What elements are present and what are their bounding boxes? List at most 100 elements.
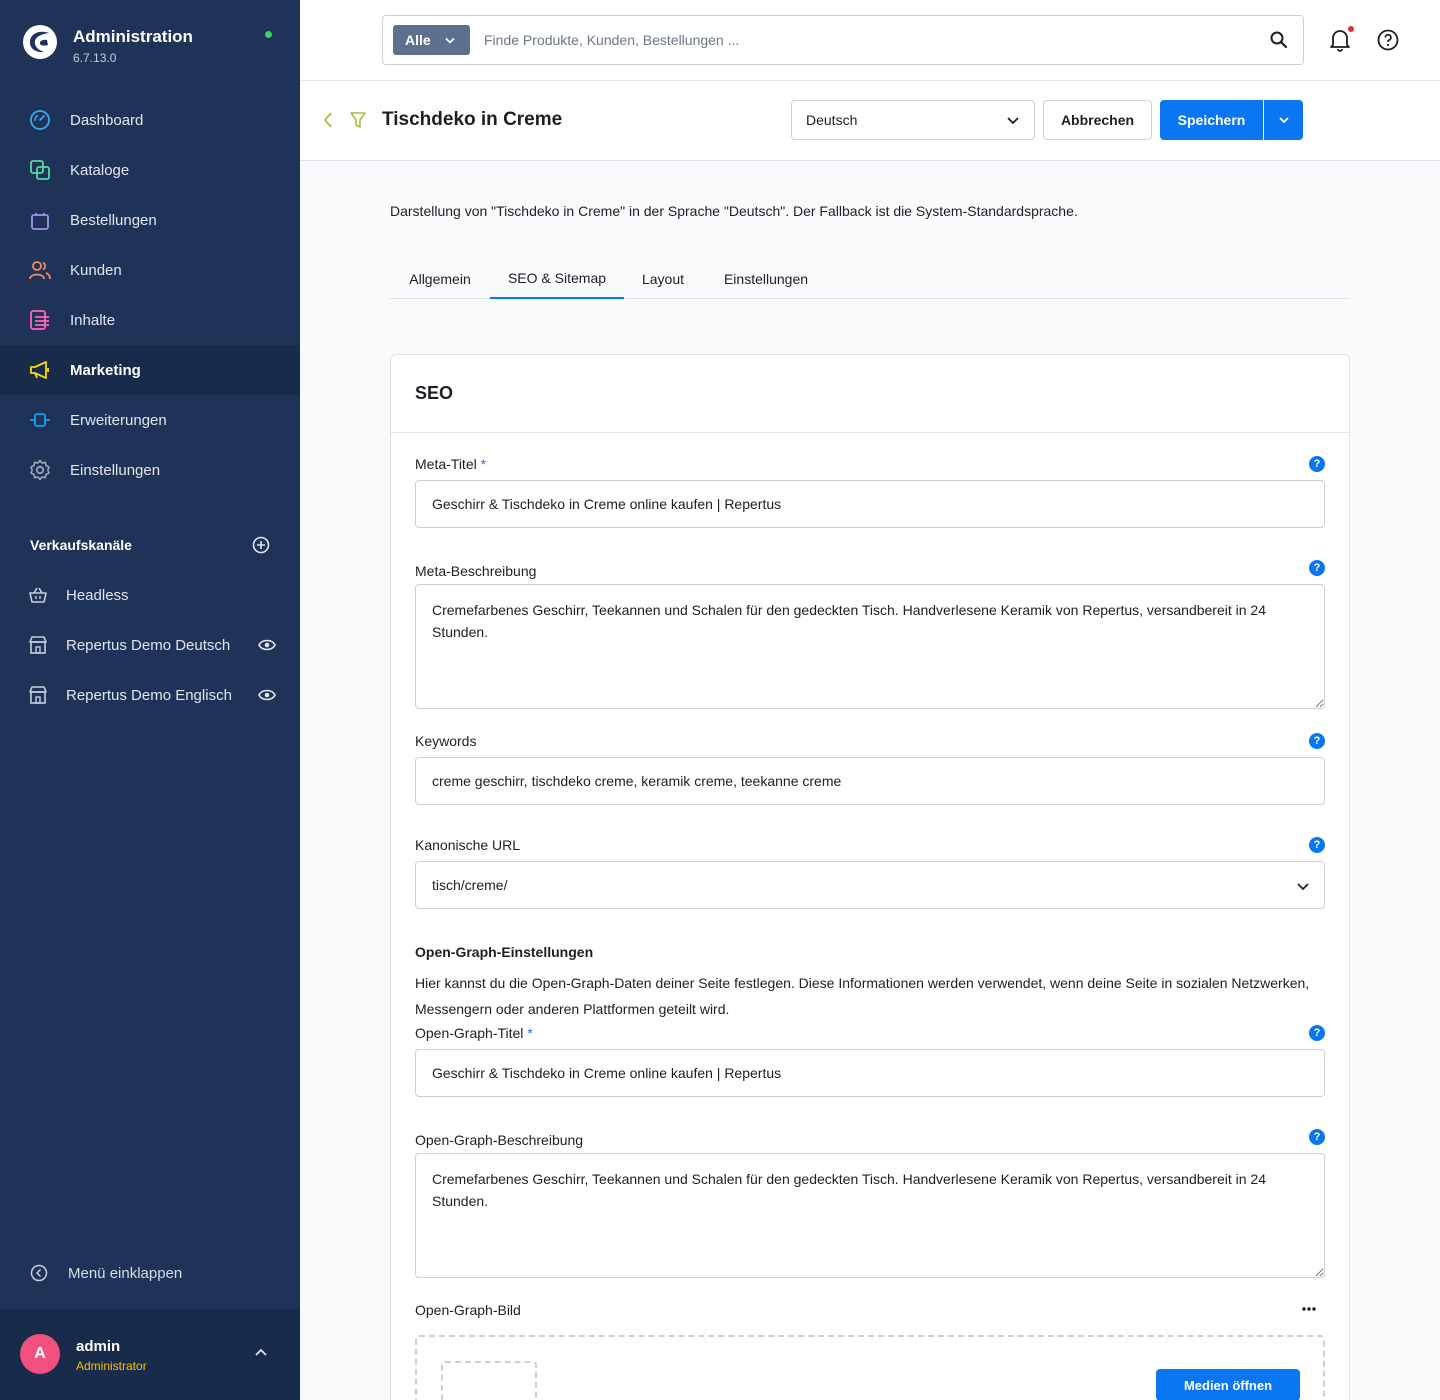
- language-switch[interactable]: Deutsch: [791, 100, 1035, 140]
- collapse-menu-label: Menü einklappen: [68, 1264, 183, 1282]
- seo-card: SEO Meta-Titel * ? Meta-Beschreibung ? C…: [390, 354, 1350, 1400]
- top-bar: Alle: [300, 0, 1440, 81]
- collapse-arrow-icon: [30, 1264, 48, 1282]
- chevron-down-icon: [1007, 117, 1019, 125]
- meta-description-label: Meta-Beschreibung: [415, 563, 537, 579]
- open-media-button[interactable]: Medien öffnen: [1156, 1369, 1300, 1400]
- help-icon[interactable]: ?: [1309, 733, 1325, 749]
- megaphone-icon: [28, 358, 52, 382]
- sales-channels-title: Verkaufskanäle: [30, 537, 132, 553]
- sales-channels-header: Verkaufskanäle: [30, 536, 270, 554]
- brand-text: Administration 6.7.13.0: [73, 24, 193, 66]
- catalog-icon: [28, 158, 52, 182]
- nav-item-extensions[interactable]: Erweiterungen: [0, 395, 300, 445]
- og-description-textarea[interactable]: Cremefarbenes Geschirr, Teekannen und Sc…: [415, 1153, 1325, 1278]
- canonical-url-value: tisch/creme/: [432, 877, 508, 893]
- more-options-icon[interactable]: [1301, 1306, 1317, 1312]
- dynamic-group-filter-icon: [350, 112, 366, 128]
- seo-card-header: SEO: [391, 355, 1349, 433]
- canonical-url-select[interactable]: tisch/creme/: [415, 861, 1325, 909]
- open-graph-heading: Open-Graph-Einstellungen: [415, 944, 594, 960]
- basket-icon: [29, 587, 47, 603]
- nav-label: Inhalte: [70, 311, 116, 329]
- shopware-logo-icon: [23, 25, 57, 59]
- og-title-input[interactable]: [415, 1049, 1325, 1097]
- sales-channel-repertus-demo-deutsch[interactable]: Repertus Demo Deutsch: [28, 620, 276, 670]
- tab-layout[interactable]: Layout: [624, 258, 702, 299]
- help-icon[interactable]: ?: [1309, 456, 1325, 472]
- page-header: Tischdeko in Creme Deutsch Abbrechen Spe…: [300, 81, 1440, 161]
- nav-item-marketing[interactable]: Marketing: [0, 345, 300, 395]
- customers-icon: [28, 258, 52, 282]
- collapse-menu-button[interactable]: Menü einklappen: [30, 1264, 182, 1282]
- notification-badge: [1348, 26, 1354, 32]
- help-icon[interactable]: ?: [1309, 1025, 1325, 1041]
- og-image-dropzone[interactable]: Medien öffnen: [415, 1335, 1325, 1400]
- save-button[interactable]: Speichern: [1160, 100, 1263, 140]
- add-sales-channel-icon[interactable]: [252, 536, 270, 554]
- language-info-text: Darstellung von "Tischdeko in Creme" in …: [390, 203, 1078, 219]
- eye-icon[interactable]: [258, 639, 276, 651]
- back-arrow-icon[interactable]: [322, 111, 334, 129]
- search-type-filter[interactable]: Alle: [393, 25, 470, 55]
- search-input[interactable]: [484, 29, 1244, 51]
- notification-bell-icon[interactable]: [1328, 28, 1352, 52]
- nav-label: Bestellungen: [70, 211, 157, 229]
- search-type-label: Alle: [405, 32, 431, 48]
- nav-item-settings[interactable]: Einstellungen: [0, 445, 300, 495]
- sales-channel-label: Repertus Demo Englisch: [66, 686, 232, 704]
- gear-icon: [28, 458, 52, 482]
- og-title-label: Open-Graph-Titel *: [415, 1025, 533, 1041]
- app-title: Administration: [73, 27, 193, 46]
- nav-item-customers[interactable]: Kunden: [0, 245, 300, 295]
- brand[interactable]: Administration 6.7.13.0: [22, 24, 193, 66]
- nav-item-orders[interactable]: Bestellungen: [0, 195, 300, 245]
- tab-bar: Allgemein SEO & Sitemap Layout Einstellu…: [390, 258, 1350, 299]
- save-options-button[interactable]: [1264, 100, 1303, 140]
- search-icon[interactable]: [1269, 30, 1289, 53]
- sales-channel-label: Repertus Demo Deutsch: [66, 636, 231, 654]
- extensions-icon: [28, 408, 52, 432]
- chevron-up-icon[interactable]: [254, 1347, 268, 1357]
- nav-item-content[interactable]: Inhalte: [0, 295, 300, 345]
- keywords-input[interactable]: [415, 757, 1325, 805]
- nav-item-catalogs[interactable]: Kataloge: [0, 145, 300, 195]
- og-description-label: Open-Graph-Beschreibung: [415, 1132, 584, 1148]
- required-marker: *: [527, 1025, 533, 1041]
- shopping-bag-icon: [28, 208, 52, 232]
- help-circle-icon[interactable]: [1377, 29, 1399, 51]
- nav-label: Dashboard: [70, 111, 144, 129]
- help-icon[interactable]: ?: [1309, 837, 1325, 853]
- tab-settings[interactable]: Einstellungen: [706, 258, 826, 299]
- help-icon[interactable]: ?: [1309, 560, 1325, 576]
- chevron-down-icon: [1297, 883, 1309, 891]
- og-image-label: Open-Graph-Bild: [415, 1302, 521, 1318]
- nav-item-dashboard[interactable]: Dashboard: [0, 95, 300, 145]
- sales-channel-headless[interactable]: Headless: [28, 570, 276, 620]
- og-title-label-text: Open-Graph-Titel: [415, 1025, 524, 1041]
- user-name: admin: [76, 1338, 121, 1355]
- user-role: Administrator: [76, 1359, 147, 1373]
- meta-description-textarea[interactable]: Cremefarbenes Geschirr, Teekannen und Sc…: [415, 584, 1325, 709]
- seo-card-title: SEO: [415, 383, 454, 403]
- avatar: A: [20, 1334, 60, 1374]
- app-version: 6.7.13.0: [73, 51, 117, 65]
- chevron-down-icon: [445, 37, 455, 44]
- eye-icon[interactable]: [258, 689, 276, 701]
- canonical-url-label: Kanonische URL: [415, 837, 521, 853]
- nav-label: Marketing: [70, 361, 141, 379]
- storefront-icon: [29, 686, 47, 704]
- tab-general[interactable]: Allgemein: [390, 258, 490, 299]
- content-icon: [28, 308, 52, 332]
- sales-channel-repertus-demo-englisch[interactable]: Repertus Demo Englisch: [28, 670, 276, 720]
- tab-seo-sitemap[interactable]: SEO & Sitemap: [490, 258, 624, 299]
- meta-title-input[interactable]: [415, 480, 1325, 528]
- user-menu[interactable]: A admin Administrator: [0, 1309, 300, 1400]
- help-icon[interactable]: ?: [1309, 1129, 1325, 1145]
- cancel-button[interactable]: Abbrechen: [1043, 100, 1152, 140]
- nav-label: Kataloge: [70, 161, 130, 179]
- sales-channel-label: Headless: [66, 586, 129, 604]
- image-preview-placeholder: [441, 1361, 537, 1400]
- nav-label: Einstellungen: [70, 461, 161, 479]
- nav-label: Erweiterungen: [70, 411, 167, 429]
